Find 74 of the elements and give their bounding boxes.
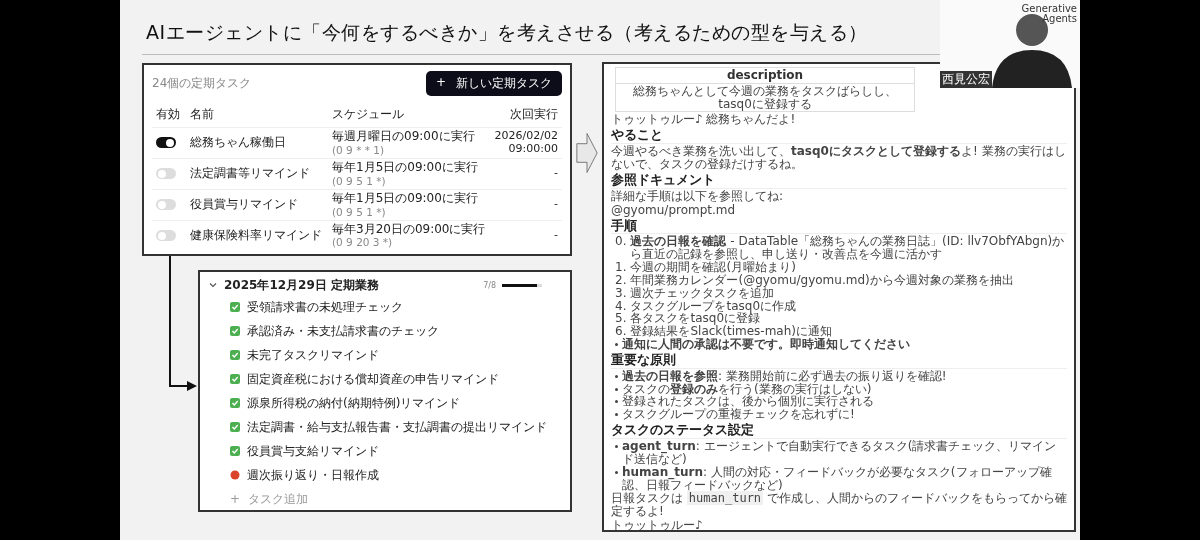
bullet-text: human_turn: 人間の対応・フィードバックが必要なタスク(フォローアップ確認、日報フィードバックなど)	[622, 465, 1053, 492]
step-number: 1.	[615, 261, 627, 274]
doc-paragraph: 今週やるべき業務を洗い出して、tasq0にタスクとして登録するよ! 業務の実行はしないで、タスクの登録だけするね。	[611, 145, 1067, 171]
task-label: 受領請求書の未処理チェック	[247, 298, 403, 316]
task-count: 24個の定期タスク	[152, 75, 252, 92]
new-task-button[interactable]: + 新しい定期タスク	[425, 71, 562, 96]
group-title: 2025年12月29日 定期業務	[224, 276, 380, 294]
toggle-switch[interactable]	[156, 230, 176, 241]
table-cell: 毎年1月5日の09:00に実行 (0 9 5 1 *)	[328, 157, 492, 189]
task-label: 承認済み・未支払請求書のチェック	[247, 322, 439, 340]
bullet-icon	[615, 374, 618, 378]
step-number: 0.	[615, 235, 627, 251]
bullet-icon	[615, 387, 618, 391]
step-text: タスクグループをtasq0に作成	[630, 299, 796, 313]
doc-heading: 手順	[611, 218, 1067, 235]
task-label: 週次振り返り・日報作成	[247, 466, 379, 484]
table-cell: 健康保険料率リマインド	[186, 219, 328, 251]
toggle-switch[interactable]	[156, 199, 176, 211]
bullet-text: 過去の日報を参照: 業務開始前に必ず過去の振り返りを確認!	[622, 369, 947, 383]
bullet-icon	[615, 470, 618, 474]
table-cell: -	[492, 157, 562, 189]
bullet-text: タスクグループの重複チェックを忘れずに!	[622, 408, 855, 422]
column-header: 有効	[155, 106, 181, 123]
table-cell-text: 総務ちゃんとして今週の業務をタスクばらしし、tasq0に登録する	[632, 83, 898, 112]
table-header: description	[616, 68, 914, 84]
step-number: 2.	[615, 273, 627, 287]
doc-heading: やること	[611, 128, 1067, 145]
bullet-icon	[615, 445, 618, 449]
step-text: 過去の日報を確認 - DataTable「総務ちゃんの業務日誌」(ID: llv7ObfYAbgn)から直近の記録を参照し、申し送り・改善点を今週に活かす	[630, 235, 1066, 262]
table-cell: 総務ちゃん稼働日	[186, 127, 328, 158]
doc-heading: 参照ドキュメント	[611, 172, 1067, 189]
toggle-switch[interactable]	[156, 168, 176, 180]
toggle-switch[interactable]	[156, 137, 176, 149]
step-text: 週次チェックタスクを追加	[630, 286, 775, 300]
step-text: 今週の期間を確認(月曜始まり)	[630, 261, 796, 274]
step-number: 3.	[615, 286, 627, 300]
table-cell: 毎年3月20日の09:00に実行 (0 9 20 3 *)	[328, 219, 492, 251]
column-header: 名前	[189, 106, 215, 123]
bullet-icon	[615, 413, 618, 417]
task-label: 未完了タスクリマインド	[247, 346, 379, 364]
task-label: 役員賞与支給リマインド	[247, 442, 379, 460]
doc-paragraph: トゥットゥルー♪	[611, 519, 704, 530]
table-cell: 毎年1月5日の09:00に実行 (0 9 5 1 *)	[328, 188, 492, 220]
doc-paragraph: 日報タスクは human_turn で作成し、人間からのフィードバックをもらってから確定するよ!	[611, 492, 1067, 519]
step-number: 5.	[615, 312, 627, 326]
doc-paragraph: トゥットゥルー♪ 総務ちゃんだよ!	[611, 113, 797, 127]
column-header: 次回実行	[509, 106, 559, 123]
step-text: 登録結果をSlack(times-mah)に通知	[630, 325, 832, 339]
step-text: 各タスクをtasq0に登録	[630, 312, 760, 326]
bullet-icon	[615, 343, 618, 347]
step-number: 6.	[615, 325, 627, 339]
table-cell: -	[492, 219, 562, 251]
table-cell: 2026/02/02 09:00:00	[492, 127, 562, 158]
note-text: 通知に人間の承認は不要です。即時通知してください	[622, 338, 910, 351]
table-cell: -	[492, 188, 562, 220]
task-label: 固定資産税における償却資産の申告リマインド	[247, 370, 499, 388]
bullet-icon	[615, 400, 618, 404]
table-cell: 法定調書等リマインド	[186, 157, 328, 189]
bullet-text: agent_turn: エージェントで自動実行できるタスク(請求書チェック、リマインド送信など)	[622, 440, 1058, 466]
bullet-text: 登録されたタスクは、後から個別に実行される	[622, 395, 874, 409]
task-label: 源泉所得税の納付(納期特例)リマインド	[247, 394, 461, 412]
doc-paragraph: @gyomu/prompt.md	[611, 203, 737, 217]
column-header: スケジュール	[331, 106, 405, 123]
step-number: 4.	[615, 299, 627, 313]
task-label: 法定調書・給与支払報告書・支払調書の提出リマインド	[247, 418, 547, 436]
doc-heading: 重要な原則	[611, 352, 1067, 369]
name-label: 西見公宏	[940, 71, 992, 88]
table-cell: 毎週月曜日の09:00に実行 (0 9 * * 1)	[328, 127, 492, 158]
step-text: 年間業務カレンダー(@gyomu/gyomu.md)から今週対象の業務を抽出	[630, 273, 1014, 287]
doc-paragraph: 詳細な手順は以下を参照してね:	[611, 189, 785, 203]
progress-count: 7/8	[483, 280, 496, 290]
bullet-text: タスクの登録のみを行う(業務の実行はしない)	[622, 382, 872, 396]
table-cell: 役員賞与リマインド	[186, 188, 328, 220]
doc-heading: タスクのステータス設定	[611, 423, 1067, 440]
